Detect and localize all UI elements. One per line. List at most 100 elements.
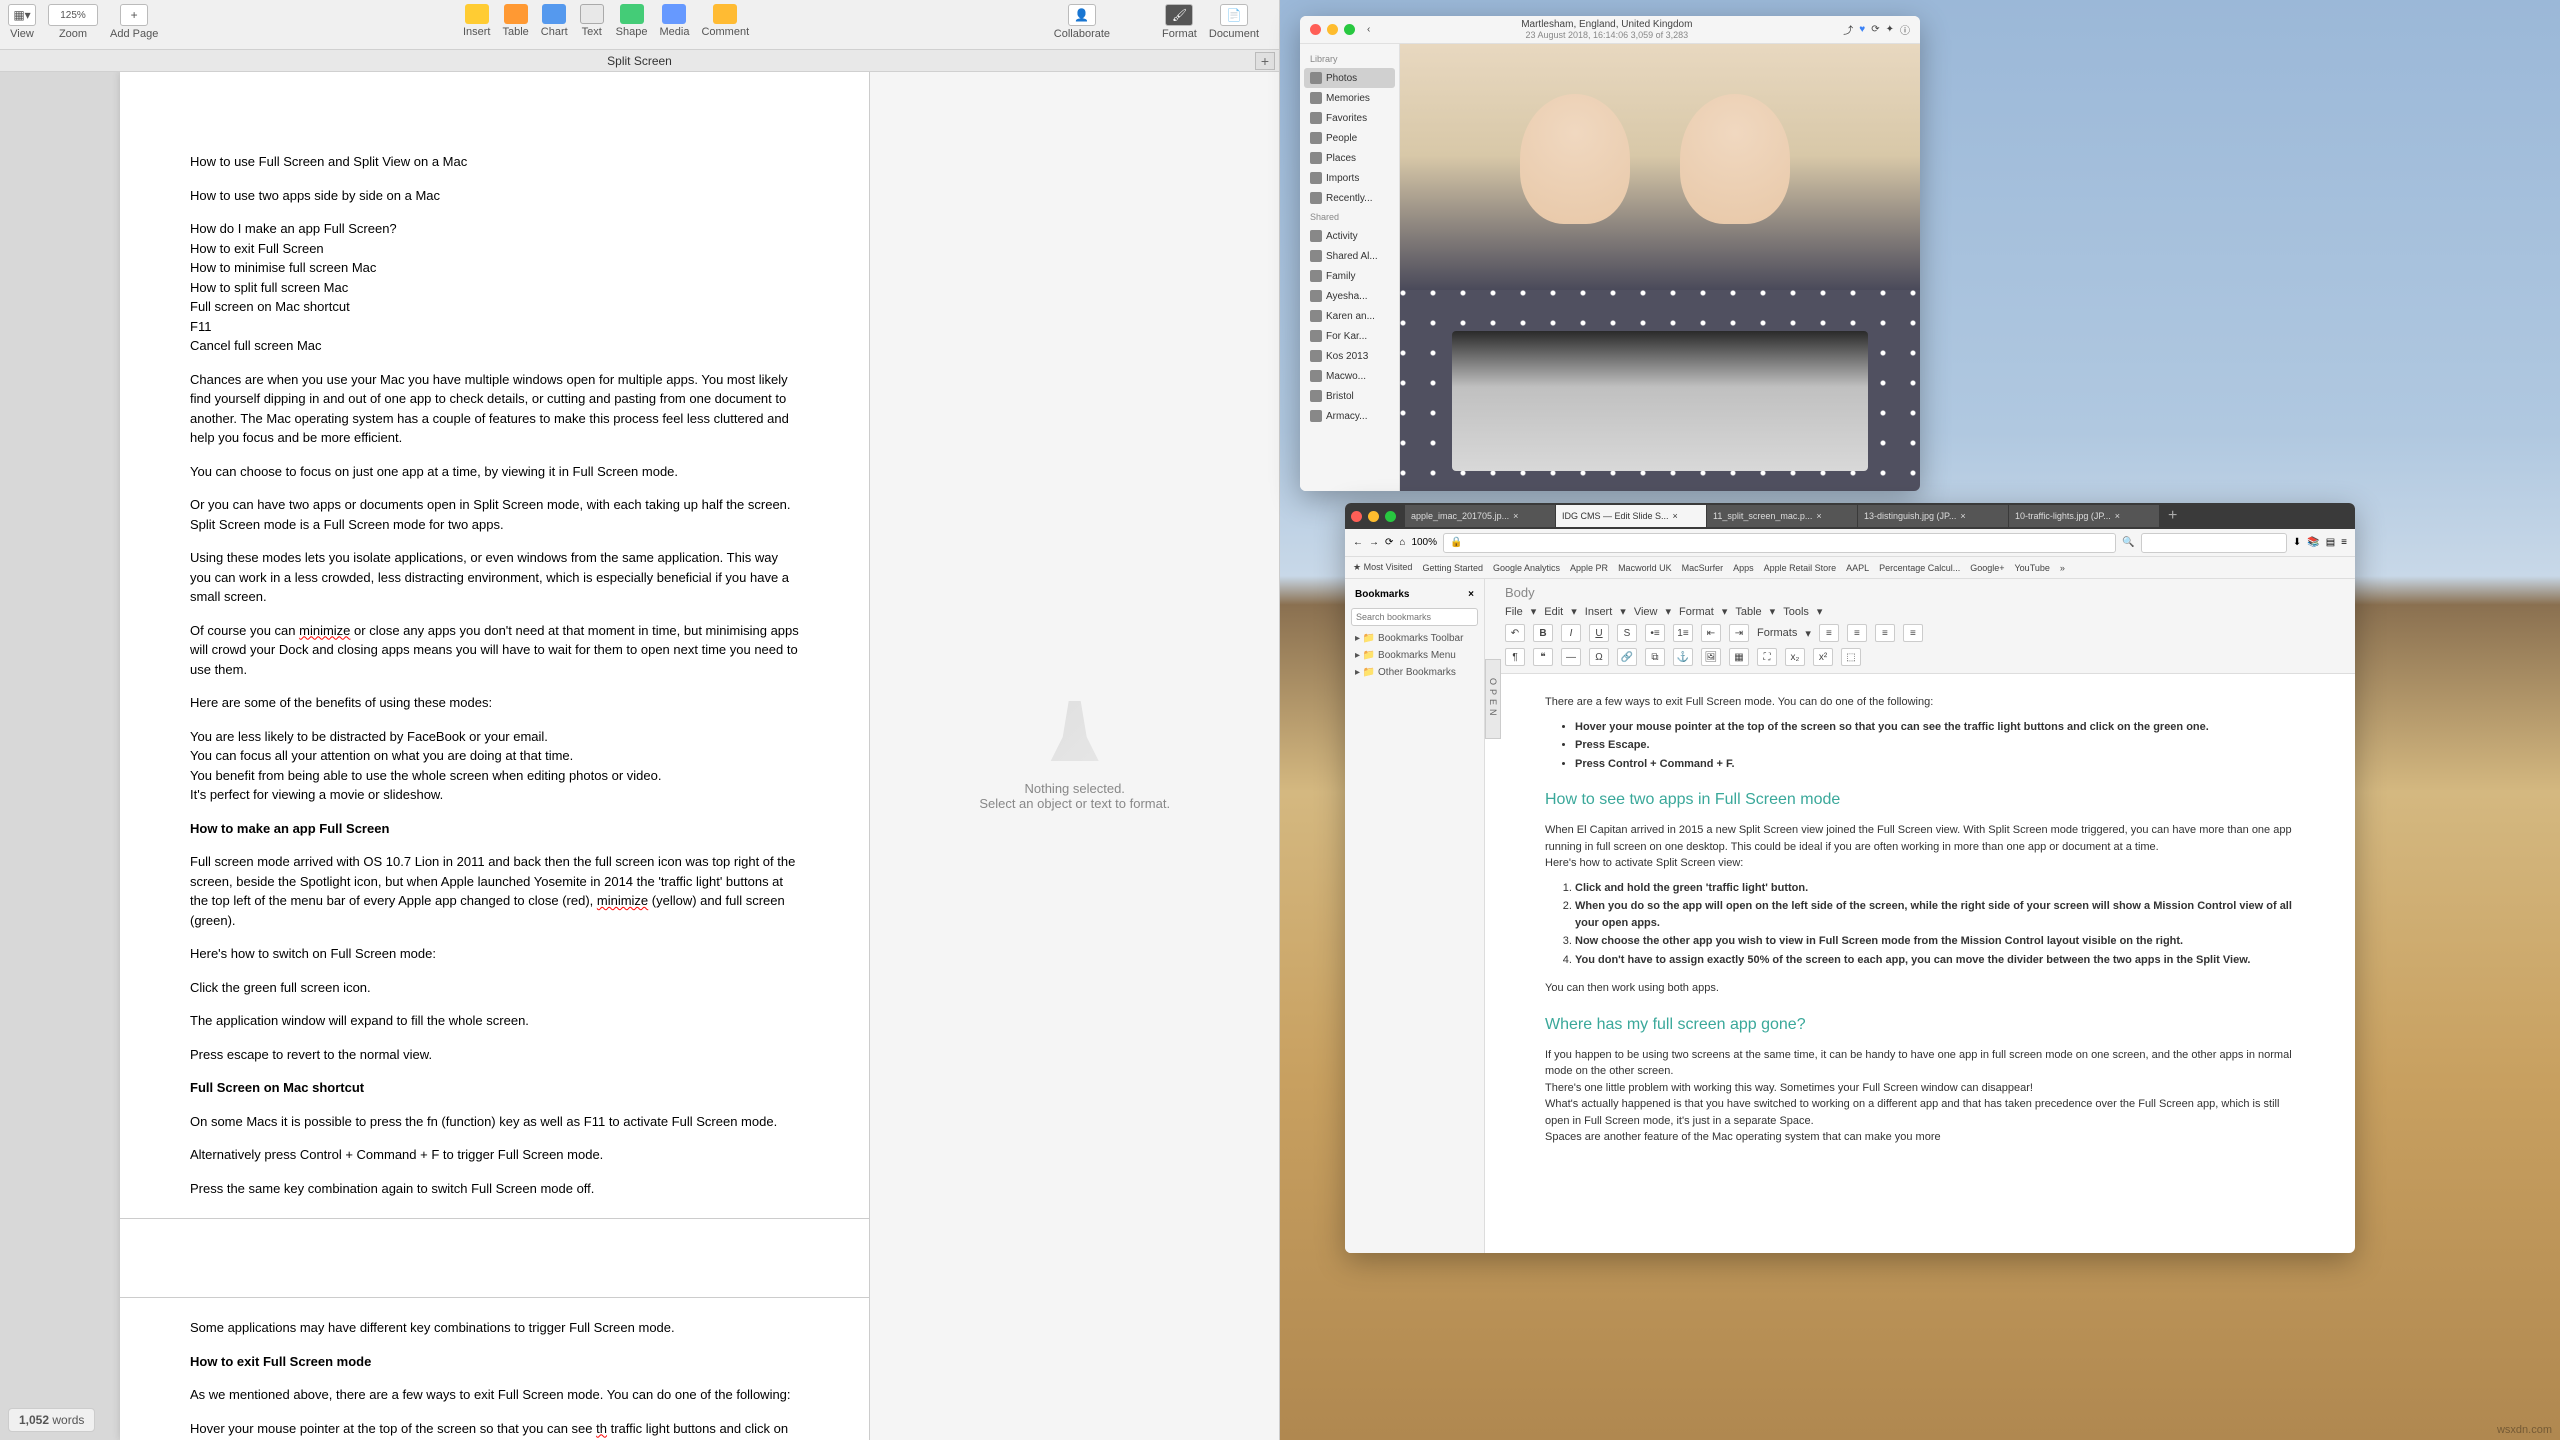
back-button[interactable]: ←	[1353, 537, 1363, 548]
download-icon[interactable]: ⬇	[2293, 537, 2301, 548]
tab-close-icon[interactable]: ×	[1513, 511, 1518, 521]
editor-content[interactable]: There are a few ways to exit Full Screen…	[1485, 674, 2355, 1253]
italic-button[interactable]: I	[1561, 624, 1581, 642]
favorite-icon[interactable]: ♥	[1859, 24, 1865, 35]
media-button[interactable]	[662, 4, 686, 24]
outdent-button[interactable]: ⇤	[1701, 624, 1721, 642]
menu-insert[interactable]: Insert	[1585, 606, 1613, 618]
hr-button[interactable]: —	[1561, 648, 1581, 666]
zoom-level[interactable]: 100%	[1411, 537, 1437, 548]
home-button[interactable]: ⌂	[1399, 537, 1405, 548]
collaborate-button[interactable]: 👤	[1068, 4, 1096, 26]
album-item[interactable]: Family	[1304, 266, 1395, 286]
open-tab-handle[interactable]: OPEN	[1485, 659, 1501, 739]
special-char-button[interactable]: Ω	[1589, 648, 1609, 666]
menu-format[interactable]: Format	[1679, 606, 1714, 618]
bookmark-item[interactable]: Apple Retail Store	[1764, 563, 1837, 573]
browser-tab[interactable]: 10-traffic-lights.jpg (JP...×	[2009, 505, 2159, 527]
close-button[interactable]	[1351, 511, 1362, 522]
bookmark-item[interactable]: Apps	[1733, 563, 1754, 573]
sidebar-imports[interactable]: Imports	[1304, 168, 1395, 188]
tab-close-icon[interactable]: ×	[1816, 511, 1821, 521]
chart-button[interactable]	[542, 4, 566, 24]
menu-table[interactable]: Table	[1735, 606, 1761, 618]
menu-view[interactable]: View	[1634, 606, 1658, 618]
bookmark-folder[interactable]: ▸ 📁 Bookmarks Toolbar	[1351, 630, 1478, 647]
bookmark-item[interactable]: Getting Started	[1422, 563, 1483, 573]
table-button[interactable]	[504, 4, 528, 24]
fullscreen-button[interactable]	[1385, 511, 1396, 522]
search-icon[interactable]: 🔍	[2122, 537, 2134, 548]
insert-button[interactable]	[465, 4, 489, 24]
info-icon[interactable]: ⓘ	[1900, 22, 1910, 37]
document-page[interactable]: How to use Full Screen and Split View on…	[120, 72, 869, 1440]
album-item[interactable]: Macwo...	[1304, 366, 1395, 386]
bookmark-folder[interactable]: ▸ 📁 Bookmarks Menu	[1351, 647, 1478, 664]
align-center-button[interactable]: ≡	[1847, 624, 1867, 642]
menu-icon[interactable]: ≡	[2341, 537, 2347, 548]
reload-button[interactable]: ⟳	[1385, 537, 1393, 548]
align-left-button[interactable]: ≡	[1819, 624, 1839, 642]
unlink-button[interactable]: ⧉	[1645, 648, 1665, 666]
superscript-button[interactable]: x²	[1813, 648, 1833, 666]
new-tab-button[interactable]: +	[1255, 52, 1275, 70]
bookmark-item[interactable]: Google+	[1970, 563, 2004, 573]
indent-button[interactable]: ⇥	[1729, 624, 1749, 642]
bookmark-item[interactable]: ★ Most Visited	[1353, 562, 1412, 573]
bookmark-item[interactable]: Percentage Calcul...	[1879, 563, 1960, 573]
table-button[interactable]: ▦	[1729, 648, 1749, 666]
formats-dropdown[interactable]: Formats	[1757, 627, 1797, 639]
comment-button[interactable]	[713, 4, 737, 24]
sidebar-memories[interactable]: Memories	[1304, 88, 1395, 108]
bookmark-item[interactable]: MacSurfer	[1682, 563, 1724, 573]
undo-button[interactable]: ↶	[1505, 624, 1525, 642]
sidebar-activity[interactable]: Activity	[1304, 226, 1395, 246]
sidebar-places[interactable]: Places	[1304, 148, 1395, 168]
menu-edit[interactable]: Edit	[1544, 606, 1563, 618]
photo-viewer[interactable]	[1400, 44, 1920, 491]
subscript-button[interactable]: x₂	[1785, 648, 1805, 666]
tab-close-icon[interactable]: ×	[1960, 511, 1965, 521]
tab-close-icon[interactable]: ×	[2115, 511, 2120, 521]
browser-tab[interactable]: 13-distinguish.jpg (JP...×	[1858, 505, 2008, 527]
forward-button[interactable]: →	[1369, 537, 1379, 548]
format-button[interactable]: 🖌	[1165, 4, 1193, 26]
link-button[interactable]: 🔗	[1617, 648, 1637, 666]
code-button[interactable]: ⬚	[1841, 648, 1861, 666]
bookmark-item[interactable]: AAPL	[1846, 563, 1869, 573]
overflow-icon[interactable]: »	[2060, 563, 2065, 573]
sidebar-favorites[interactable]: Favorites	[1304, 108, 1395, 128]
album-item[interactable]: For Kar...	[1304, 326, 1395, 346]
anchor-button[interactable]: ⚓	[1673, 648, 1693, 666]
sidebar-people[interactable]: People	[1304, 128, 1395, 148]
minimize-button[interactable]	[1327, 24, 1338, 35]
bold-button[interactable]: B	[1533, 624, 1553, 642]
browser-tab[interactable]: apple_imac_201705.jp...×	[1405, 505, 1555, 527]
bullet-list-button[interactable]: •≡	[1645, 624, 1665, 642]
text-button[interactable]	[580, 4, 604, 24]
paragraph-button[interactable]: ¶	[1505, 648, 1525, 666]
quote-button[interactable]: ❝	[1533, 648, 1553, 666]
browser-tab[interactable]: IDG CMS — Edit Slide S...×	[1556, 505, 1706, 527]
bookmark-search[interactable]	[1351, 608, 1478, 626]
share-icon[interactable]: ⤴	[1843, 22, 1853, 37]
menu-file[interactable]: File	[1505, 606, 1523, 618]
url-bar[interactable]: 🔒	[1443, 533, 2116, 553]
word-count-badge[interactable]: 1,052 words	[8, 1408, 95, 1432]
add-page-button[interactable]: +	[120, 4, 148, 26]
library-icon[interactable]: 📚	[2307, 537, 2319, 548]
album-item[interactable]: Armacy...	[1304, 406, 1395, 426]
bookmark-item[interactable]: YouTube	[2015, 563, 2050, 573]
bookmark-item[interactable]: Apple PR	[1570, 563, 1608, 573]
sidebar-recently[interactable]: Recently...	[1304, 188, 1395, 208]
search-field[interactable]	[2141, 533, 2287, 553]
number-list-button[interactable]: 1≡	[1673, 624, 1693, 642]
bookmark-item[interactable]: Macworld UK	[1618, 563, 1672, 573]
sidebar-icon[interactable]: ▤	[2326, 537, 2335, 548]
align-justify-button[interactable]: ≡	[1903, 624, 1923, 642]
enhance-icon[interactable]: ✦	[1886, 24, 1894, 35]
tab-close-icon[interactable]: ×	[1673, 511, 1678, 521]
new-tab-button[interactable]: +	[2160, 507, 2185, 525]
bookmark-folder[interactable]: ▸ 📁 Other Bookmarks	[1351, 664, 1478, 681]
album-item[interactable]: Kos 2013	[1304, 346, 1395, 366]
